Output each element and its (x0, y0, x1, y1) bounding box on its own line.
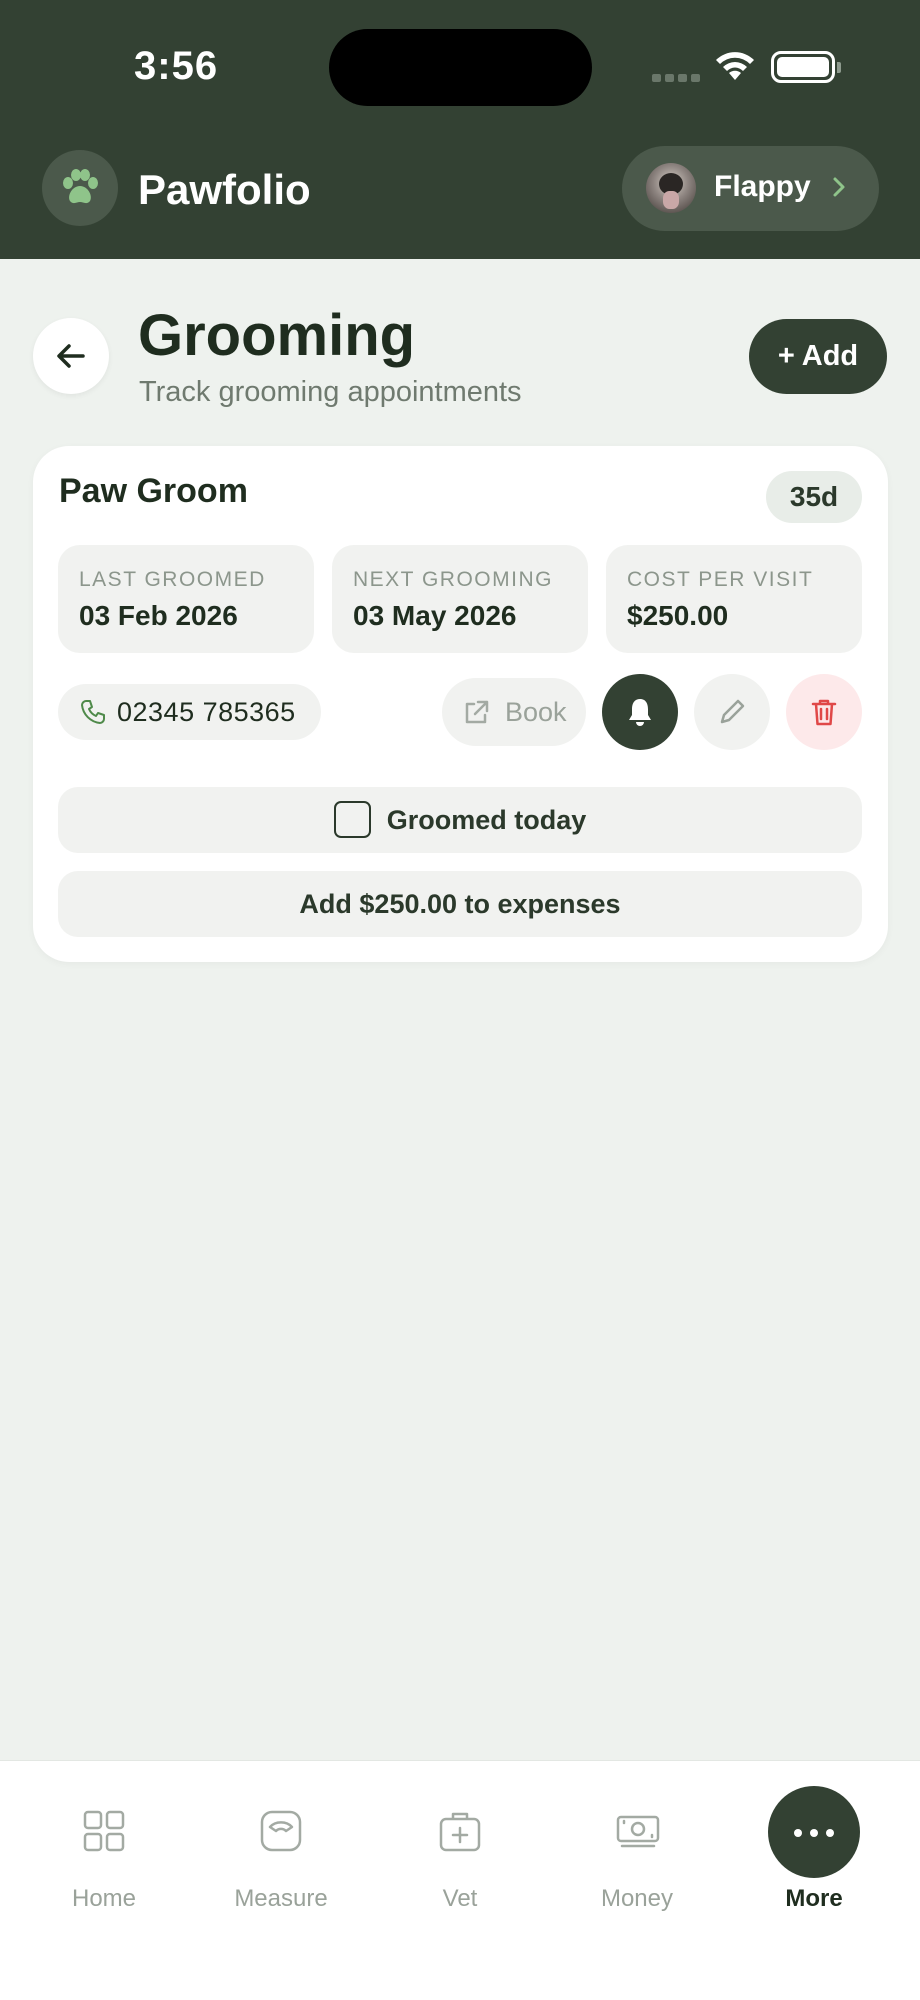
delete-button[interactable] (786, 674, 862, 750)
grid-icon (83, 1810, 125, 1852)
days-until-badge: 35d (766, 471, 862, 523)
nav-label: Vet (442, 1885, 478, 1912)
nav-label: More (785, 1885, 843, 1912)
scale-icon (260, 1810, 302, 1852)
nav-more[interactable]: More (722, 1761, 906, 1921)
pet-switcher-button[interactable]: Flappy (622, 146, 879, 231)
nav-vet[interactable]: Vet (368, 1761, 552, 1921)
more-dots-icon (768, 1786, 860, 1878)
phone-icon (81, 700, 105, 724)
dynamic-island (329, 29, 592, 106)
book-label: Book (505, 697, 567, 727)
stat-label: NEXT GROOMING (353, 568, 553, 591)
battery-icon (771, 51, 841, 83)
provider-name: Paw Groom (59, 472, 248, 510)
trash-icon (811, 699, 837, 726)
stat-value: 03 May 2026 (353, 600, 517, 631)
pencil-icon (720, 699, 745, 724)
cellular-signal-icon (652, 74, 700, 82)
pet-avatar (646, 163, 696, 213)
nav-label: Money (600, 1885, 674, 1912)
add-expense-button[interactable]: Add $250.00 to expenses (58, 871, 862, 937)
paw-logo-icon (42, 150, 118, 226)
pet-name: Flappy (714, 170, 811, 203)
app-title: Pawfolio (138, 166, 311, 213)
stat-label: LAST GROOMED (79, 568, 266, 591)
bell-icon (629, 699, 651, 726)
phone-number: 02345 785365 (117, 697, 296, 727)
external-link-icon (465, 700, 489, 724)
chevron-right-icon (833, 177, 845, 197)
stat-value: 03 Feb 2026 (79, 600, 238, 631)
nav-measure[interactable]: Measure (189, 1761, 373, 1921)
status-time: 3:56 (134, 44, 219, 88)
grooming-card: Paw Groom 35d LAST GROOMED 03 Feb 2026 N… (33, 446, 888, 962)
nav-money[interactable]: Money (545, 1761, 729, 1921)
book-button[interactable]: Book (442, 678, 586, 746)
medical-bag-icon (439, 1812, 481, 1852)
nav-label: Home (71, 1885, 137, 1912)
stat-cost-per-visit: COST PER VISIT $250.00 (606, 545, 862, 653)
arrow-left-icon (57, 344, 85, 368)
groomed-today-button[interactable]: Groomed today (58, 787, 862, 853)
groomed-today-label: Groomed today (386, 805, 587, 835)
app-header: 3:56 Pawfolio Flappy (0, 0, 920, 259)
add-button[interactable]: + Add (749, 319, 887, 394)
checkbox-icon[interactable] (333, 801, 371, 839)
bottom-nav: Home Measure Vet Money More (0, 1760, 920, 2000)
back-button[interactable] (33, 318, 109, 394)
stat-next-grooming: NEXT GROOMING 03 May 2026 (332, 545, 588, 653)
stat-last-groomed: LAST GROOMED 03 Feb 2026 (58, 545, 314, 653)
reminder-button[interactable] (602, 674, 678, 750)
nav-home[interactable]: Home (12, 1761, 196, 1921)
page-title: Grooming (138, 303, 416, 368)
stat-label: COST PER VISIT (627, 568, 814, 591)
banknote-icon (616, 1815, 660, 1848)
wifi-icon (716, 52, 754, 80)
phone-call-button[interactable]: 02345 785365 (58, 684, 321, 740)
page-subtitle: Track grooming appointments (139, 376, 522, 408)
nav-label: Measure (234, 1885, 328, 1912)
edit-button[interactable] (694, 674, 770, 750)
stat-value: $250.00 (627, 600, 729, 631)
